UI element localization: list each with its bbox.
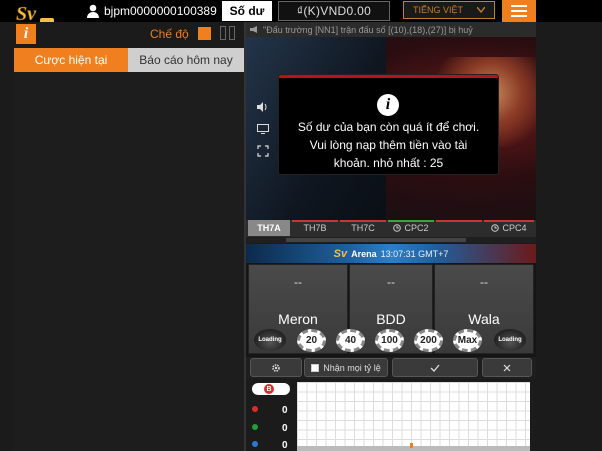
bet-odds: -- — [387, 275, 395, 289]
mode-toggle-single[interactable] — [198, 27, 211, 40]
result-stats: B 0 0 0 — [246, 380, 296, 451]
mode-toggle-double-right[interactable] — [229, 26, 235, 40]
balance-display: ₫(K)VND0.00 — [278, 1, 390, 21]
bet-odds: -- — [294, 275, 302, 289]
mode-toggle-double-left[interactable] — [220, 26, 226, 40]
user-info: bjpm0000000100389 — [86, 3, 217, 19]
cancel-button[interactable] — [482, 358, 532, 377]
settings-button[interactable] — [250, 358, 302, 377]
results-road-grid — [297, 382, 530, 446]
road-marker — [410, 443, 413, 448]
action-bar: Nhận mọi tỷ lệ — [246, 357, 536, 379]
clock-icon — [491, 224, 500, 232]
arena-name: Arena — [351, 248, 377, 259]
loading-indicator: Loading — [494, 329, 526, 351]
blue-count: 0 — [282, 440, 288, 451]
dialog-line: Số dư của bạn còn quá ít để chơi. — [297, 120, 480, 134]
table-tab-label: CPC2 — [404, 223, 429, 233]
arena-header: Sv Arena 13:07:31 GMT+7 — [246, 244, 536, 263]
chip-20[interactable]: 20 — [297, 329, 326, 352]
hamburger-menu-button[interactable] — [502, 0, 536, 22]
arena-time: 13:07:31 GMT+7 — [380, 248, 449, 259]
bets-list-panel — [14, 72, 244, 451]
clock-icon — [393, 224, 402, 232]
chip-40[interactable]: 40 — [336, 329, 365, 352]
menu-icon-bar — [511, 10, 527, 12]
language-label: TIẾNG VIỆT — [412, 5, 463, 15]
video-controls — [256, 101, 270, 157]
green-count: 0 — [282, 423, 288, 434]
table-tab-th7c[interactable]: TH7C — [340, 220, 386, 236]
speaker-icon[interactable] — [256, 101, 270, 113]
accept-any-odds-toggle[interactable]: Nhận mọi tỷ lệ — [304, 358, 388, 377]
table-tab-cpc4[interactable]: CPC4 — [484, 220, 534, 236]
left-tabs: Cược hiện tại Báo cáo hôm nay — [14, 48, 244, 72]
table-tab-cpc2[interactable]: CPC2 — [388, 220, 434, 236]
loading-indicator: Loading — [254, 329, 286, 351]
info-icon: i — [377, 94, 399, 116]
table-tab-th7a[interactable]: TH7A — [248, 220, 290, 236]
table-tab-th7b[interactable]: TH7B — [292, 220, 338, 236]
insufficient-balance-dialog[interactable]: i Số dư của bạn còn quá ít để chơi. Vui … — [279, 75, 498, 174]
bet-label: BDD — [376, 311, 406, 327]
red-count: 0 — [282, 405, 288, 416]
tab-today-report[interactable]: Báo cáo hôm nay — [128, 48, 244, 72]
red-dot-icon — [252, 406, 258, 412]
bet-label: Meron — [278, 311, 318, 327]
monitor-icon[interactable] — [256, 123, 270, 135]
chevron-down-icon — [477, 7, 485, 13]
green-dot-icon — [252, 424, 258, 430]
marquee-text: "Đấu trường [NN1] trận đấu số [(10),(18)… — [263, 24, 473, 35]
dialog-message: Số dư của bạn còn quá ít để chơi. Vui lò… — [279, 118, 498, 172]
blue-dot-icon — [252, 441, 258, 447]
badge-letter: B — [264, 384, 274, 394]
announcement-marquee: "Đấu trường [NN1] trận đấu số [(10),(18)… — [246, 22, 536, 37]
scrollbar-thumb[interactable] — [286, 238, 466, 242]
dialog-line: Vui lòng nạp thêm tiền vào tài — [309, 138, 468, 152]
chip-max[interactable]: Max — [453, 329, 482, 352]
bet-odds: -- — [480, 275, 488, 289]
table-tabs: TH7A TH7B TH7C CPC2 CPC4 — [246, 220, 536, 238]
info-icon[interactable]: i — [16, 24, 36, 44]
menu-icon-bar — [511, 5, 527, 7]
accept-odds-label: Nhận mọi tỷ lệ — [323, 362, 381, 373]
check-icon — [430, 364, 440, 372]
bet-area: -- Meron -- BDD -- Wala Loading 20 40 10… — [246, 263, 536, 357]
road-scrollbar[interactable] — [297, 446, 530, 451]
left-panel-header: i Chế độ — [14, 22, 244, 46]
table-tab-label: CPC4 — [502, 223, 527, 233]
right-margin — [536, 22, 602, 451]
sv-brand-icon: Sv — [333, 247, 348, 260]
language-select[interactable]: TIẾNG VIỆT — [403, 1, 495, 19]
menu-icon-bar — [511, 15, 527, 17]
checkbox[interactable] — [311, 363, 320, 372]
megaphone-icon — [250, 26, 257, 33]
close-icon — [503, 364, 511, 371]
confirm-button[interactable] — [392, 358, 478, 377]
user-icon — [87, 4, 99, 18]
fullscreen-icon[interactable] — [256, 145, 270, 157]
balance-button[interactable]: Số dư — [222, 1, 272, 21]
chip-100[interactable]: 100 — [375, 329, 404, 352]
tab-indicator — [436, 220, 482, 222]
chip-200[interactable]: 200 — [414, 329, 443, 352]
username: bjpm0000000100389 — [104, 4, 217, 18]
mode-label: Chế độ — [150, 27, 189, 41]
tab-current-bets[interactable]: Cược hiện tại — [14, 48, 128, 72]
table-tabs-scrollbar[interactable] — [246, 237, 536, 243]
stats-badge[interactable]: B — [252, 383, 290, 395]
gear-icon — [272, 363, 280, 372]
bet-label: Wala — [468, 311, 500, 327]
dialog-line: khoản. nhỏ nhất : 25 — [333, 156, 444, 170]
